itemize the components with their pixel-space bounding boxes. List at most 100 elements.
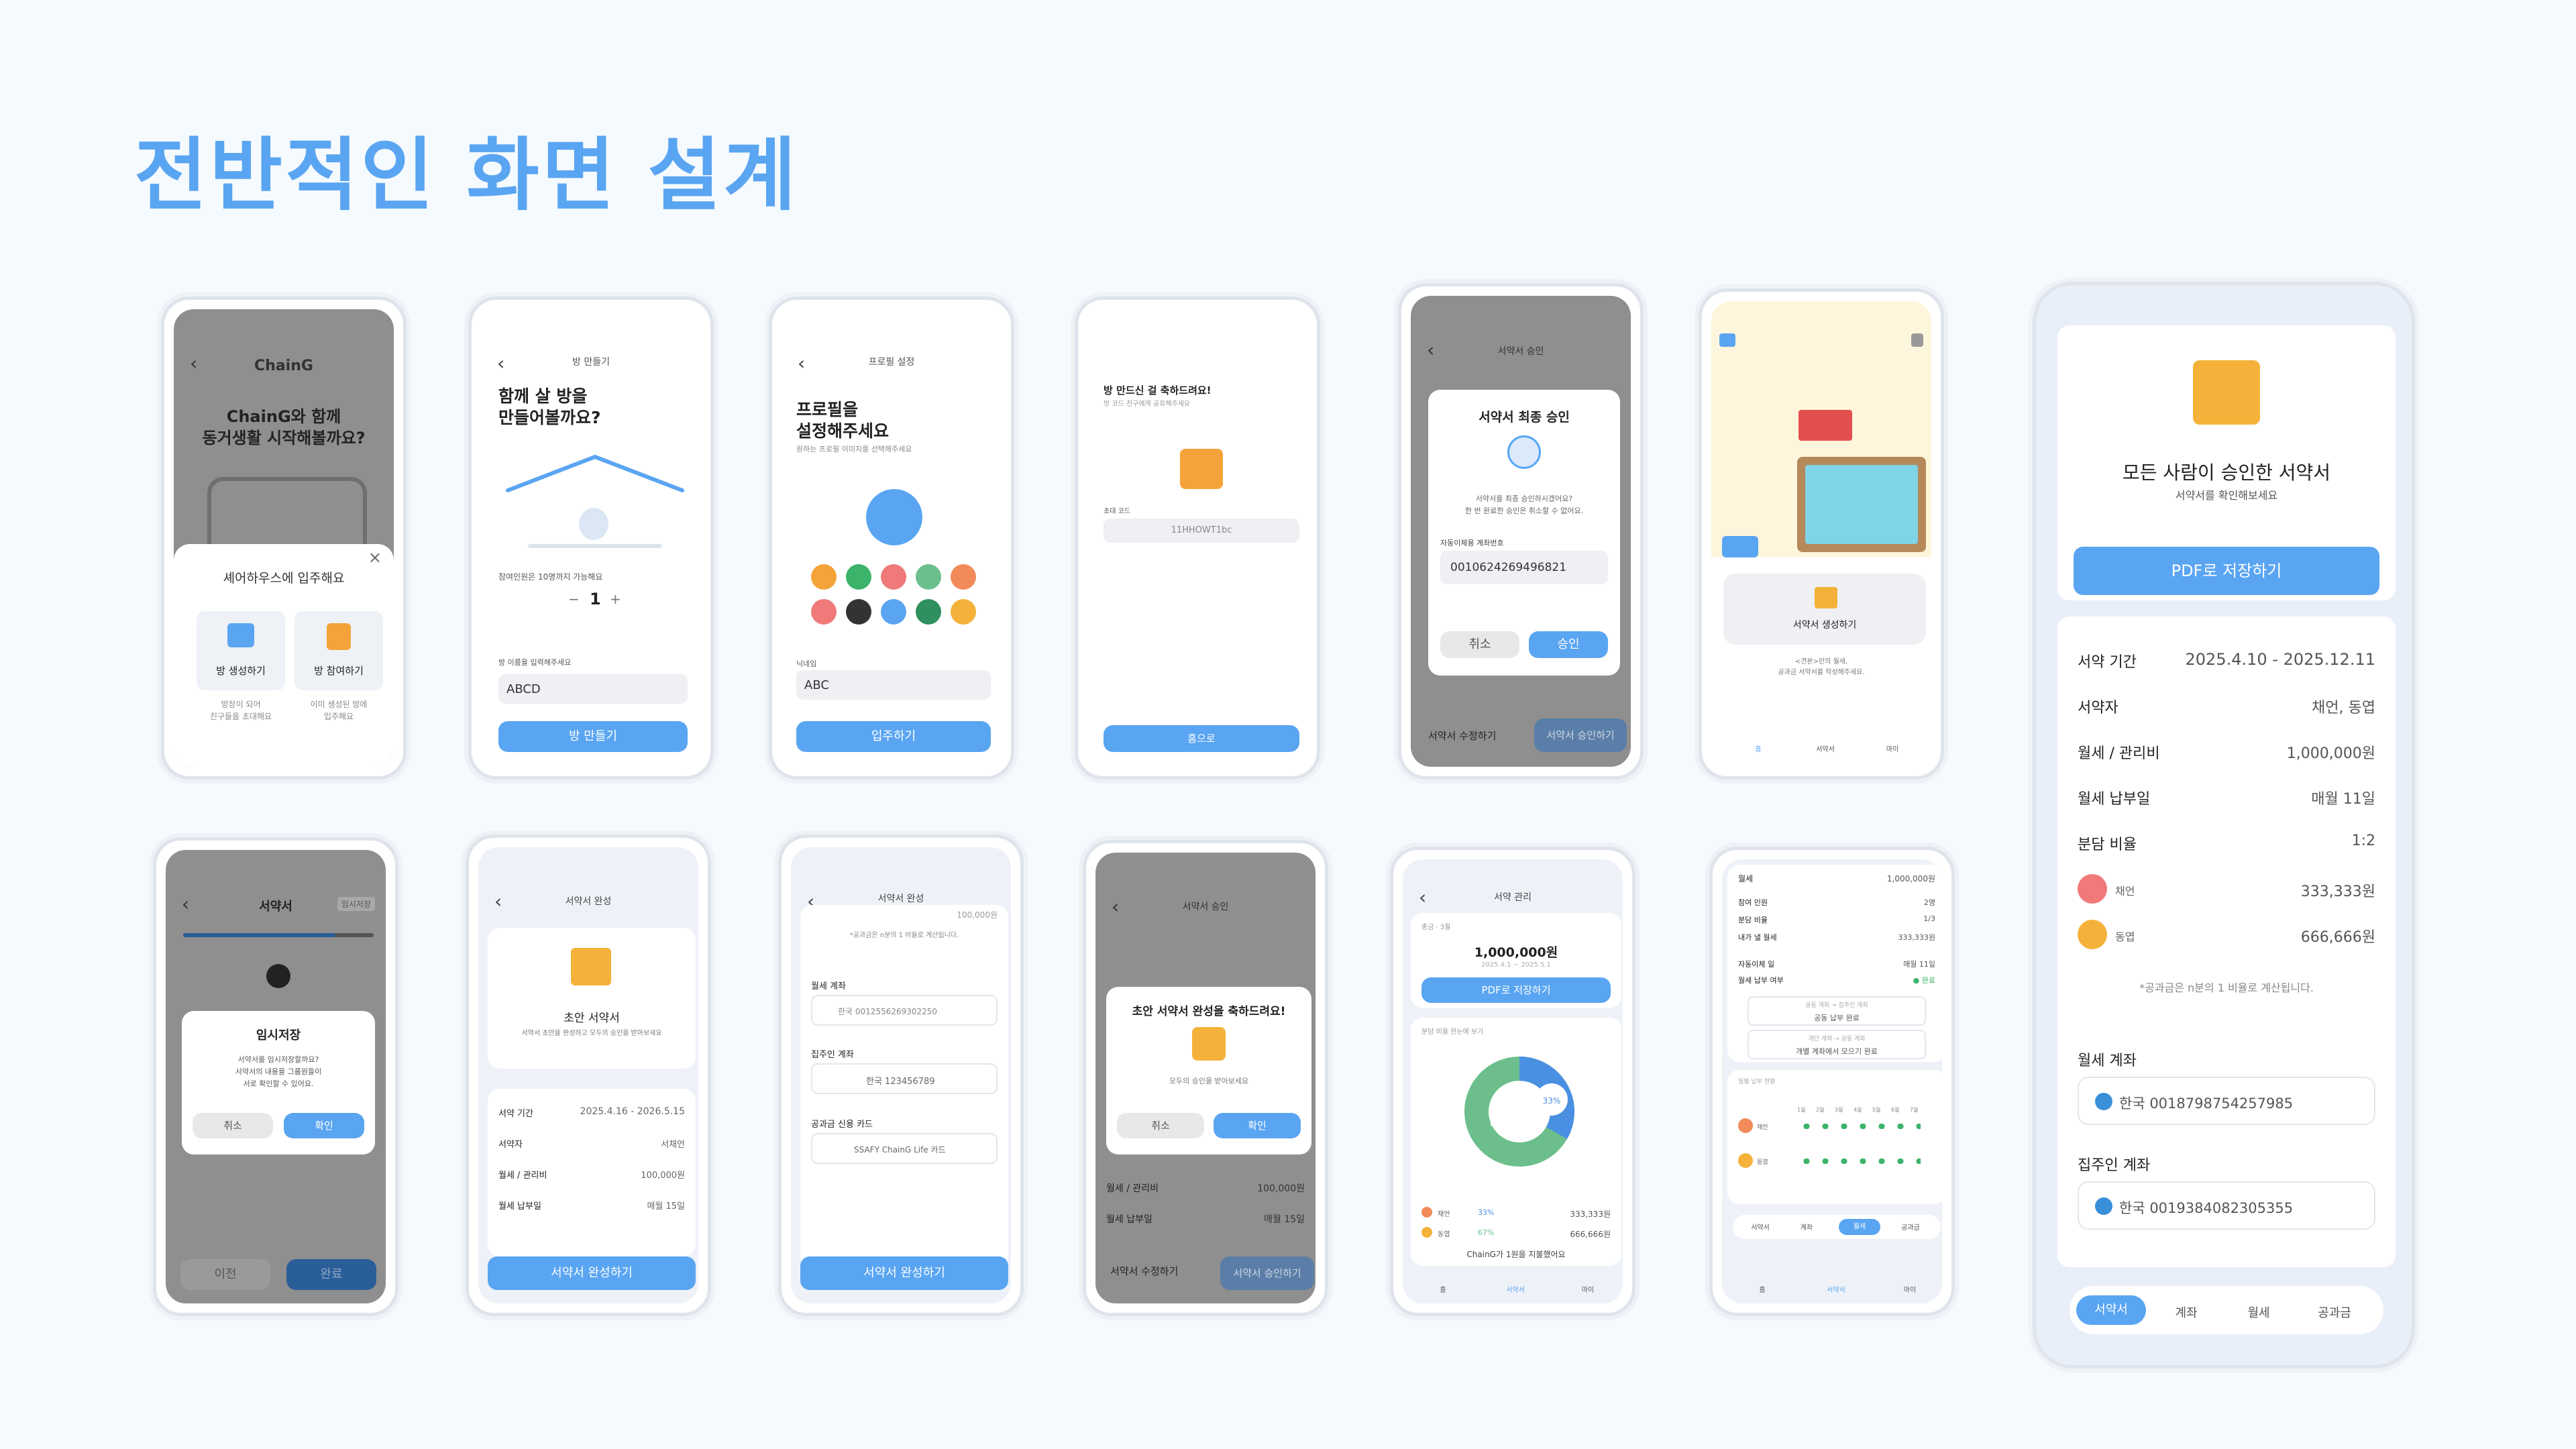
- complete-contract-button[interactable]: 서약서 완성하기: [488, 1256, 696, 1290]
- cancel-button[interactable]: 취소: [193, 1113, 273, 1138]
- segment-tabs: 서약서 계좌 월세 공과금: [2070, 1286, 2383, 1334]
- tab-my[interactable]: 마이: [1872, 743, 1913, 753]
- nav-my[interactable]: 마이: [1890, 1284, 1930, 1294]
- plus-button[interactable]: +: [610, 591, 621, 607]
- join-room-label: 방 참여하기: [314, 665, 364, 677]
- done-button[interactable]: 완료: [286, 1259, 376, 1290]
- tab-contract[interactable]: 서약서: [1737, 1222, 1784, 1232]
- avatar-option[interactable]: [881, 564, 906, 590]
- temp-save-button[interactable]: 임시저장: [337, 897, 375, 911]
- row-value: 100,000원: [957, 910, 998, 920]
- owner-account-label: 집주인 계좌: [811, 1050, 854, 1060]
- join-room-button[interactable]: 방 참여하기: [294, 611, 383, 690]
- nav-contract[interactable]: 서약서: [1816, 1284, 1856, 1294]
- avatar-option[interactable]: [846, 564, 871, 590]
- save-pdf-button[interactable]: PDF로 저장하기: [1421, 977, 1611, 1003]
- nickname-input[interactable]: ABC: [796, 670, 991, 700]
- row-label: 내가 낼 월세: [1738, 933, 1777, 942]
- tab-utilities[interactable]: 공과금: [2298, 1303, 2371, 1321]
- tab-account[interactable]: 계좌: [1786, 1222, 1827, 1232]
- create-room-button[interactable]: 방 만들기: [498, 721, 688, 752]
- avatar-option[interactable]: [951, 564, 976, 590]
- tab-rent[interactable]: 월세: [1839, 1219, 1880, 1235]
- legend-name: 동엽: [1438, 1231, 1450, 1238]
- home-button[interactable]: 홈으로: [1104, 725, 1299, 752]
- modal-desc: 서약서를 최종 승인하시겠어요?: [1475, 494, 1573, 503]
- payment-status-badge: ● 완료: [1913, 976, 1935, 985]
- avatar: [1738, 1118, 1753, 1133]
- approve-contract-button[interactable]: 서약서 승인하기: [1534, 718, 1627, 752]
- avatar-option[interactable]: [916, 599, 941, 625]
- edit-contract-link[interactable]: 서약서 수정하기: [1428, 729, 1496, 743]
- document-icon: [2193, 360, 2260, 425]
- rent-account-field[interactable]: 한국 0012556269302250: [811, 995, 998, 1026]
- approve-button[interactable]: 승인: [1529, 631, 1608, 658]
- room-name-input[interactable]: ABCD: [498, 674, 688, 704]
- tab-contract[interactable]: 서약서: [1805, 743, 1845, 753]
- row-label: 월세 / 관리비: [498, 1171, 547, 1181]
- month-label: 5월: [1872, 1107, 1881, 1113]
- avatar-option[interactable]: [811, 599, 837, 625]
- prev-button[interactable]: 이전: [180, 1259, 270, 1290]
- close-icon[interactable]: ×: [368, 548, 382, 567]
- tab-utilities[interactable]: 공과금: [1887, 1222, 1934, 1232]
- code-label: 초대 코드: [1104, 508, 1130, 515]
- complete-contract-button[interactable]: 서약서 완성하기: [800, 1256, 1008, 1290]
- shelf-books: [1799, 410, 1852, 441]
- tab-my[interactable]: 마이: [1568, 1284, 1608, 1294]
- invite-code-field[interactable]: 11HHOWT1bc: [1104, 519, 1299, 543]
- row-value: 1:2: [2351, 833, 2375, 849]
- month-label: 6월: [1891, 1107, 1900, 1113]
- account-input[interactable]: 0010624269496821: [1440, 551, 1608, 584]
- avatar-option[interactable]: [951, 599, 976, 625]
- bell-icon[interactable]: [1911, 333, 1923, 347]
- card-label: 공과금 신용 카드: [811, 1120, 873, 1130]
- avatar-option[interactable]: [916, 564, 941, 590]
- owner-account-label: 집주인 계좌: [2078, 1157, 2151, 1174]
- tab-home[interactable]: 홈: [1423, 1284, 1463, 1294]
- tab-contract[interactable]: 서약서: [2076, 1295, 2146, 1325]
- confirm-button[interactable]: 확인: [284, 1113, 364, 1138]
- month-label: 2월: [1816, 1107, 1825, 1113]
- create-room-button[interactable]: 방 생성하기: [197, 611, 285, 690]
- header-title: 서약 관리: [1494, 892, 1532, 903]
- stamp-icon: [1507, 435, 1541, 469]
- ratio-card: 분담 비율 한눈에 보기 33% 67% 채언 33% 333,333원 동엽 …: [1411, 1018, 1621, 1266]
- owner-account-value: 한국 0019384082305355: [2119, 1200, 2294, 1216]
- tab-account[interactable]: 계좌: [2153, 1303, 2220, 1321]
- row-label: 월세 / 관리비: [1106, 1183, 1159, 1194]
- owner-account-field[interactable]: 한국 0019384082305355: [2078, 1181, 2375, 1230]
- avatar-option[interactable]: [811, 564, 837, 590]
- screen-onboarding: ‹ ChainG ChainG와 함께 동거생활 시작해볼까요? × 셰어하우스…: [161, 297, 407, 780]
- cancel-button[interactable]: 취소: [1117, 1113, 1204, 1138]
- row-value: 100,000원: [1257, 1183, 1305, 1194]
- row-value: 채언, 동엽: [2312, 700, 2375, 716]
- rent-account-field[interactable]: 한국 0018798754257985: [2078, 1077, 2375, 1125]
- cancel-button[interactable]: 취소: [1440, 631, 1519, 658]
- move-in-button[interactable]: 입주하기: [796, 721, 991, 752]
- create-contract-card[interactable]: 서약서 생성하기: [1723, 574, 1926, 645]
- headline-2: 동거생활 시작해볼까요?: [202, 429, 366, 447]
- card-field[interactable]: SSAFY ChainG Life 카드: [811, 1133, 998, 1164]
- headline-2: 만들어볼까요?: [498, 408, 601, 427]
- selected-avatar: [866, 489, 922, 545]
- tab-contract[interactable]: 서약서: [1495, 1284, 1536, 1294]
- edit-contract-link[interactable]: 서약서 수정하기: [1110, 1264, 1178, 1278]
- minus-button[interactable]: −: [568, 591, 580, 607]
- save-pdf-button[interactable]: PDF로 저장하기: [2074, 547, 2379, 595]
- nav-home[interactable]: 홈: [1742, 1284, 1782, 1294]
- bottom-sheet: × 셰어하우스에 입주해요 방 생성하기 방 참여하기 방장이 되어 친구들을 …: [174, 544, 394, 767]
- envelope-icon: [1180, 449, 1223, 489]
- header-title: 방 만들기: [572, 357, 610, 368]
- modal-title: 임시저장: [256, 1028, 301, 1042]
- headline-2: 설정해주세요: [796, 421, 890, 441]
- owner-account-field[interactable]: 한국 123456789: [811, 1063, 998, 1094]
- owner-account-value: 한국 123456789: [866, 1077, 935, 1087]
- tab-home[interactable]: 홈: [1738, 743, 1778, 753]
- tab-rent[interactable]: 월세: [2225, 1303, 2292, 1321]
- avatar-option[interactable]: [846, 599, 871, 625]
- approve-contract-button[interactable]: 서약서 승인하기: [1220, 1256, 1314, 1290]
- collect-box: 개인 계좌 → 공동 계좌 개별 계좌에서 모으기 완료: [1748, 1030, 1926, 1059]
- confirm-button[interactable]: 확인: [1214, 1113, 1301, 1138]
- avatar-option[interactable]: [881, 599, 906, 625]
